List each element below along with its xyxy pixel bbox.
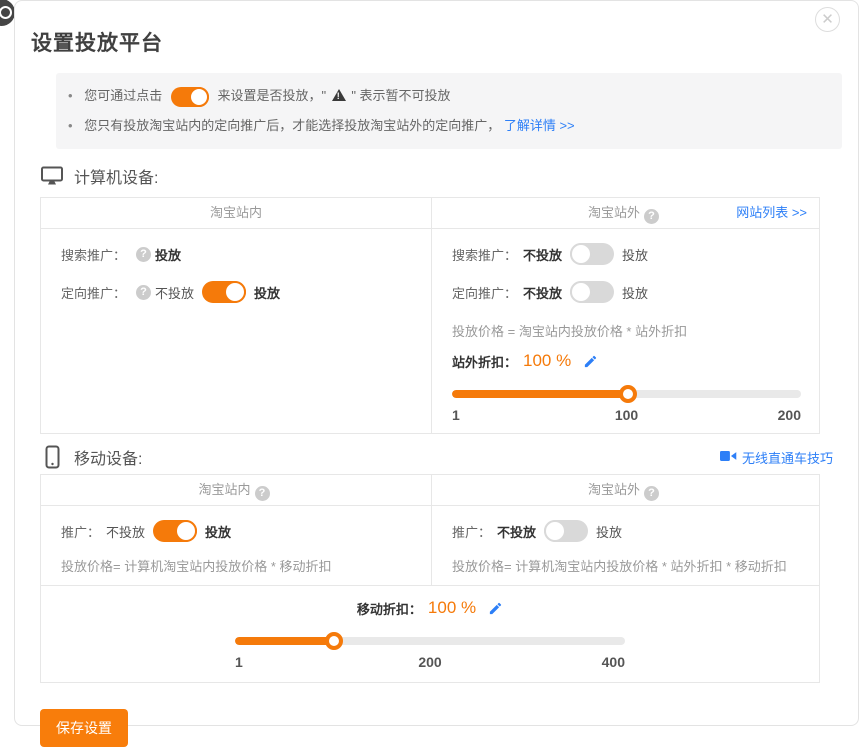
mobile-onsite-toggle[interactable] — [153, 520, 197, 542]
mobile-offsite-toggle[interactable] — [544, 520, 588, 542]
mobile-section-header: 移动设备: 无线直通车技巧 — [40, 444, 833, 470]
wireless-tips-link[interactable]: 无线直通车技巧 — [720, 448, 833, 467]
phone-icon — [40, 445, 64, 469]
targeted-on-label: 投放 — [254, 283, 280, 302]
notice-text: 您只有投放淘宝站内的定向推广后，才能选择投放淘宝站外的定向推广， — [84, 118, 500, 133]
notice-box: 您可通过点击 来设置是否投放，" " 表示暂不可投放 您只有投放淘宝站内的定向推… — [56, 73, 842, 149]
header-taobao-onsite: 淘宝站内 — [41, 475, 431, 505]
targeted-off-label: 不投放 — [155, 283, 194, 302]
header-taobao-onsite: 淘宝站内 — [41, 198, 431, 228]
mobile-section-title: 移动设备: — [74, 445, 142, 469]
edit-pencil-icon[interactable] — [583, 354, 598, 369]
mobile-offsite-formula: 投放价格= 计算机淘宝站内投放价格 * 站外折扣 * 移动折扣 — [452, 556, 801, 575]
mobile-discount-value: 100 % — [428, 598, 476, 618]
notice-bullet-1: 您可通过点击 来设置是否投放，" " 表示暂不可投放 — [68, 81, 842, 111]
mobile-discount-row: 移动折扣： 100 % 1 200 400 — [41, 585, 819, 682]
scale-mid: 200 — [418, 654, 441, 670]
scale-min: 1 — [235, 654, 243, 670]
offsite-search-toggle[interactable] — [570, 243, 614, 265]
slider-handle[interactable] — [619, 385, 637, 403]
promo-row: 推广： 不投放 投放 — [452, 516, 801, 546]
notice-bullet-2: 您只有投放淘宝站内的定向推广后，才能选择投放淘宝站外的定向推广， 了解详情 >> — [68, 111, 842, 141]
targeted-promo-row: 定向推广： 不投放 投放 — [61, 277, 413, 307]
promo-on-label: 投放 — [205, 522, 231, 541]
offsite-slider-scale: 1 100 200 — [452, 407, 801, 425]
scale-max: 200 — [778, 407, 801, 423]
targeted-promo-label: 定向推广： — [452, 283, 517, 302]
page-title: 设置投放平台 — [31, 27, 858, 57]
targeted-off-label: 不投放 — [523, 283, 562, 302]
offsite-discount-slider[interactable] — [452, 385, 801, 403]
toggle-knob — [570, 281, 592, 303]
header-taobao-offsite: 淘宝站外 — [431, 475, 819, 505]
mobile-slider-scale: 1 200 400 — [235, 654, 625, 672]
header-taobao-offsite: 淘宝站外 网站列表 >> — [431, 198, 819, 228]
toggle-knob — [175, 520, 197, 542]
set-platform-dialog: 设置投放平台 您可通过点击 来设置是否投放，" " 表示暂不可投放 您只有投放淘… — [14, 0, 859, 726]
promo-off-label: 不投放 — [497, 522, 536, 541]
offsite-discount-value: 100 % — [523, 351, 571, 371]
search-on-label: 投放 — [622, 245, 648, 264]
promo-off-label: 不投放 — [106, 522, 145, 541]
mobile-discount-slider[interactable] — [235, 632, 625, 650]
notice-text: " 表示暂不可投放 — [351, 88, 450, 103]
computer-onsite-cell: 搜索推广： 投放 定向推广： 不投放 投放 — [41, 229, 431, 433]
toggle-knob — [189, 87, 209, 107]
slider-track — [235, 637, 625, 645]
offsite-discount-label: 站外折扣： — [452, 352, 517, 371]
save-settings-button[interactable]: 保存设置 — [40, 709, 128, 747]
offsite-targeted-toggle[interactable] — [570, 281, 614, 303]
help-icon[interactable] — [136, 247, 151, 262]
monitor-icon — [40, 164, 64, 188]
site-list-link[interactable]: 网站列表 >> — [736, 198, 807, 228]
slider-fill — [235, 637, 334, 645]
video-camera-icon — [720, 450, 737, 465]
help-icon[interactable] — [644, 486, 659, 501]
search-off-label: 不投放 — [523, 245, 562, 264]
targeted-on-label: 投放 — [622, 283, 648, 302]
toggle-knob — [544, 520, 566, 542]
offsite-discount-line: 站外折扣： 100 % — [452, 349, 801, 373]
notice-text: 来设置是否投放，" — [217, 88, 326, 103]
mobile-onsite-cell: 推广： 不投放 投放 投放价格= 计算机淘宝站内投放价格 * 移动折扣 — [41, 506, 431, 585]
targeted-promo-label: 定向推广： — [61, 283, 126, 302]
toggle-knob — [570, 243, 592, 265]
search-promo-row: 搜索推广： 投放 — [61, 239, 413, 269]
mobile-onsite-formula: 投放价格= 计算机淘宝站内投放价格 * 移动折扣 — [61, 556, 413, 575]
mobile-discount-line: 移动折扣： 100 % — [41, 596, 819, 620]
promo-on-label: 投放 — [596, 522, 622, 541]
mobile-discount-label: 移动折扣： — [357, 599, 422, 618]
edit-pencil-icon[interactable] — [488, 601, 503, 616]
computer-section-header: 计算机设备: — [40, 163, 833, 189]
offsite-price-formula: 投放价格 = 淘宝站内投放价格 * 站外折扣 — [452, 321, 801, 340]
learn-more-link[interactable]: 了解详情 >> — [504, 118, 575, 133]
scale-max: 400 — [602, 654, 625, 670]
slider-fill — [452, 390, 628, 398]
mobile-offsite-cell: 推广： 不投放 投放 投放价格= 计算机淘宝站内投放价格 * 站外折扣 * 移动… — [431, 506, 819, 585]
onsite-targeted-toggle[interactable] — [202, 281, 246, 303]
mobile-platform-table: 淘宝站内 淘宝站外 推广： 不投放 投放 投放价格= 计算机淘宝站内投放价格 *… — [40, 474, 820, 683]
notice-text: 您可通过点击 — [84, 88, 162, 103]
targeted-promo-row: 定向推广： 不投放 投放 — [452, 277, 801, 307]
page-help-bubble-icon[interactable] — [0, 0, 15, 26]
scale-mid: 100 — [615, 407, 638, 423]
help-icon[interactable] — [136, 285, 151, 300]
example-toggle[interactable] — [171, 87, 209, 107]
computer-platform-table: 淘宝站内 淘宝站外 网站列表 >> 搜索推广： 投放 定向推广： — [40, 197, 820, 434]
search-promo-status: 投放 — [155, 245, 181, 264]
slider-handle[interactable] — [325, 632, 343, 650]
warning-icon — [332, 89, 346, 101]
search-promo-label: 搜索推广： — [452, 245, 517, 264]
promo-label: 推广： — [61, 522, 100, 541]
help-icon[interactable] — [255, 486, 270, 501]
promo-row: 推广： 不投放 投放 — [61, 516, 413, 546]
help-icon[interactable] — [644, 209, 659, 224]
scale-min: 1 — [452, 407, 460, 423]
promo-label: 推广： — [452, 522, 491, 541]
computer-section-title: 计算机设备: — [74, 164, 158, 188]
search-promo-label: 搜索推广： — [61, 245, 126, 264]
computer-offsite-cell: 搜索推广： 不投放 投放 定向推广： 不投放 投放 投放价格 = 淘宝站内投放价… — [431, 229, 819, 433]
toggle-knob — [224, 281, 246, 303]
search-promo-row: 搜索推广： 不投放 投放 — [452, 239, 801, 269]
